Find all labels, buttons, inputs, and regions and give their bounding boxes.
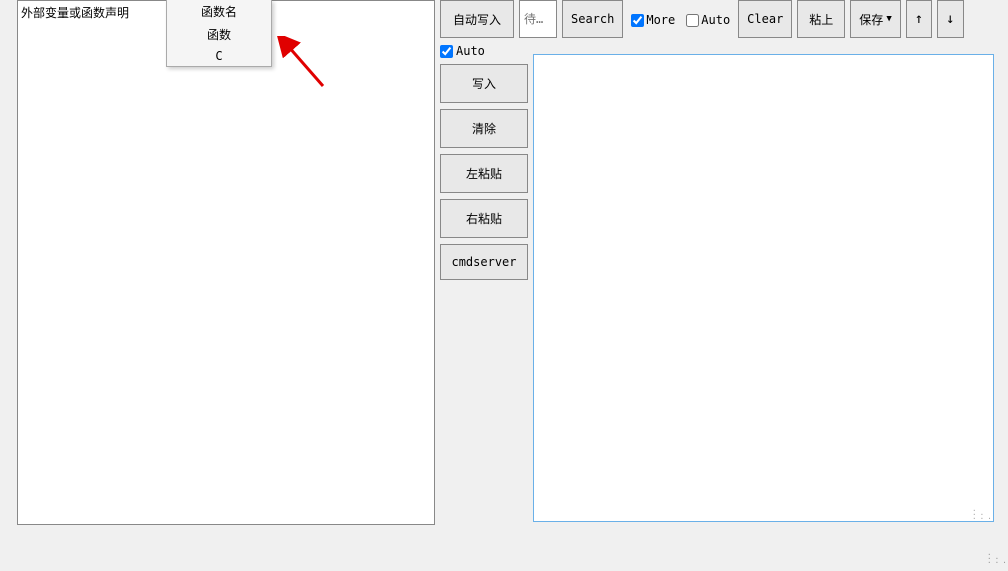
context-menu: 函数名 函数 C	[166, 0, 272, 67]
down-arrow-button[interactable]: ↓	[937, 0, 963, 38]
textarea-resize-icon: .. .. . .	[972, 507, 991, 519]
context-menu-item-c[interactable]: C	[167, 46, 271, 66]
clear-button-side[interactable]: 清除	[440, 109, 528, 148]
save-button[interactable]: 保存▼	[850, 0, 900, 38]
side-button-panel: Auto 写入 清除 左粘贴 右粘贴 cmdserver	[440, 42, 528, 286]
right-text-area[interactable]: .. .. . .	[533, 54, 994, 522]
more-checkbox[interactable]	[631, 14, 644, 27]
auto-checkbox-toolbar[interactable]	[686, 14, 699, 27]
cmdserver-button[interactable]: cmdserver	[440, 244, 528, 280]
auto-write-button[interactable]: 自动写入	[440, 0, 514, 38]
more-label: More	[646, 13, 675, 27]
auto-checkbox-group[interactable]: Auto	[683, 0, 733, 40]
left-text-panel[interactable]: 外部变量或函数声明	[17, 0, 435, 525]
context-menu-item-function-name[interactable]: 函数名	[167, 0, 271, 23]
paste-right-button[interactable]: 右粘贴	[440, 199, 528, 238]
auto-checkbox-side-group[interactable]: Auto	[440, 42, 528, 64]
paste-button[interactable]: 粘上	[797, 0, 845, 38]
auto-checkbox-side[interactable]	[440, 45, 453, 58]
more-checkbox-group[interactable]: More	[628, 0, 678, 40]
window-resize-icon: .. .. . .	[987, 551, 1006, 563]
wait-input[interactable]	[519, 0, 557, 38]
top-toolbar: 自动写入 Search More Auto Clear 粘上 保存▼ ↑ ↓	[440, 0, 1008, 40]
write-button[interactable]: 写入	[440, 64, 528, 103]
auto-label-toolbar: Auto	[701, 13, 730, 27]
paste-left-button[interactable]: 左粘贴	[440, 154, 528, 193]
dropdown-icon: ▼	[886, 14, 891, 24]
context-menu-item-function[interactable]: 函数	[167, 23, 271, 46]
clear-button-toolbar[interactable]: Clear	[738, 0, 792, 38]
left-panel-declaration-text: 外部变量或函数声明	[21, 4, 129, 21]
up-arrow-button[interactable]: ↑	[906, 0, 932, 38]
auto-label-side: Auto	[456, 44, 485, 58]
search-button[interactable]: Search	[562, 0, 623, 38]
